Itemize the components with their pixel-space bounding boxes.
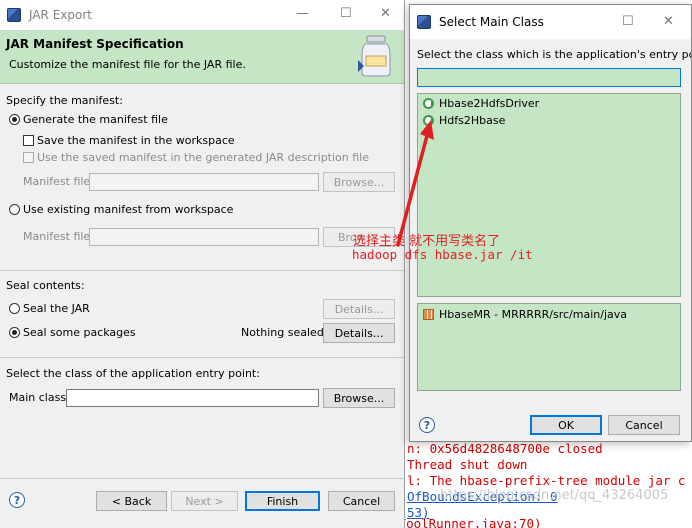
minimize-icon[interactable]: — — [296, 6, 309, 21]
save-manifest-checkbox[interactable] — [23, 135, 34, 146]
watermark: https://blog.csdn.net/qq_43264005 — [440, 488, 669, 503]
manifest-file-label: Manifest file: — [23, 175, 94, 188]
maximize-icon[interactable]: ☐ — [622, 14, 634, 29]
class-icon — [423, 115, 434, 126]
existing-manifest-input[interactable] — [89, 228, 319, 246]
cancel-button[interactable]: Cancel — [328, 491, 395, 511]
generate-manifest-label: Generate the manifest file — [23, 113, 168, 126]
list-item[interactable]: Hdfs2Hbase — [420, 113, 678, 129]
seal-some-packages-radio[interactable] — [9, 327, 20, 338]
window-title: Select Main Class — [439, 15, 544, 29]
class-name: Hdfs2Hbase — [439, 114, 506, 127]
next-button[interactable]: Next > — [171, 491, 238, 511]
entry-point-label: Select the class of the application entr… — [6, 367, 260, 380]
entry-point-prompt: Select the class which is the applicatio… — [417, 48, 692, 61]
maximize-icon[interactable]: ☐ — [340, 6, 352, 21]
use-existing-manifest-label: Use existing manifest from workspace — [23, 203, 234, 216]
jar-export-dialog: JAR Export — ☐ ✕ JAR Manifest Specificat… — [0, 0, 405, 528]
main-class-input[interactable] — [66, 389, 319, 407]
close-icon[interactable]: ✕ — [380, 6, 391, 21]
nothing-sealed-status: Nothing sealed — [241, 326, 324, 339]
list-item[interactable]: HbaseMR - MRRRRR/src/main/java — [420, 307, 678, 323]
eclipse-app-icon — [417, 15, 431, 29]
specify-manifest-label: Specify the manifest: — [6, 94, 123, 107]
help-icon[interactable]: ? — [9, 492, 25, 508]
class-list: Hbase2HdfsDriver Hdfs2Hbase — [417, 93, 681, 297]
cancel-button[interactable]: Cancel — [608, 415, 680, 435]
banner-subtitle: Customize the manifest file for the JAR … — [9, 58, 246, 71]
console-line: n: 0x56d4828648700e closed — [407, 441, 603, 456]
help-icon[interactable]: ? — [419, 417, 435, 433]
close-icon[interactable]: ✕ — [663, 14, 674, 29]
divider — [0, 478, 404, 479]
console-line: Thread shut down — [407, 457, 528, 472]
package-folder-icon — [423, 309, 434, 320]
use-saved-manifest-label: Use the saved manifest in the generated … — [37, 151, 369, 164]
use-saved-manifest-checkbox[interactable] — [23, 152, 34, 163]
seal-jar-details-button[interactable]: Details... — [323, 299, 395, 319]
finish-button[interactable]: Finish — [245, 491, 320, 511]
wizard-banner: JAR Manifest Specification Customize the… — [0, 30, 404, 84]
select-main-class-dialog: Select Main Class ☐ ✕ Select the class w… — [409, 4, 692, 442]
annotation-command: hadoop dfs hbase.jar /it — [352, 247, 533, 262]
browse-manifest-button[interactable]: Browse... — [323, 172, 395, 192]
class-filter-input[interactable] — [417, 68, 681, 87]
class-name: Hbase2HdfsDriver — [439, 97, 540, 110]
browse-main-class-button[interactable]: Browse... — [323, 388, 395, 408]
class-icon — [423, 98, 434, 109]
banner-title: JAR Manifest Specification — [6, 37, 184, 51]
generate-manifest-radio[interactable] — [9, 114, 20, 125]
seal-contents-label: Seal contents: — [6, 279, 85, 292]
seal-jar-label: Seal the JAR — [23, 302, 90, 315]
package-name: HbaseMR - MRRRRR/src/main/java — [439, 308, 628, 321]
divider — [0, 357, 404, 358]
jar-icon — [358, 35, 391, 77]
console-line: l: The hbase-prefix-tree module jar c — [407, 473, 686, 488]
ok-button[interactable]: OK — [530, 415, 602, 435]
eclipse-app-icon — [7, 8, 21, 22]
package-list: HbaseMR - MRRRRR/src/main/java — [417, 303, 681, 391]
back-button[interactable]: < Back — [96, 491, 167, 511]
save-manifest-label: Save the manifest in the workspace — [37, 134, 235, 147]
seal-jar-radio[interactable] — [9, 303, 20, 314]
window-title: JAR Export — [29, 8, 92, 22]
divider — [0, 270, 404, 271]
title-bar: JAR Export — ☐ ✕ — [0, 0, 404, 30]
manifest-file-label: Manifest file: — [23, 230, 94, 243]
main-class-label: Main class: — [9, 391, 70, 404]
use-existing-manifest-radio[interactable] — [9, 204, 20, 215]
seal-some-packages-label: Seal some packages — [23, 326, 136, 339]
manifest-file-input[interactable] — [89, 173, 319, 191]
list-item[interactable]: Hbase2HdfsDriver — [420, 96, 678, 112]
seal-packages-details-button[interactable]: Details... — [323, 323, 395, 343]
title-bar: Select Main Class ☐ ✕ — [410, 5, 691, 39]
